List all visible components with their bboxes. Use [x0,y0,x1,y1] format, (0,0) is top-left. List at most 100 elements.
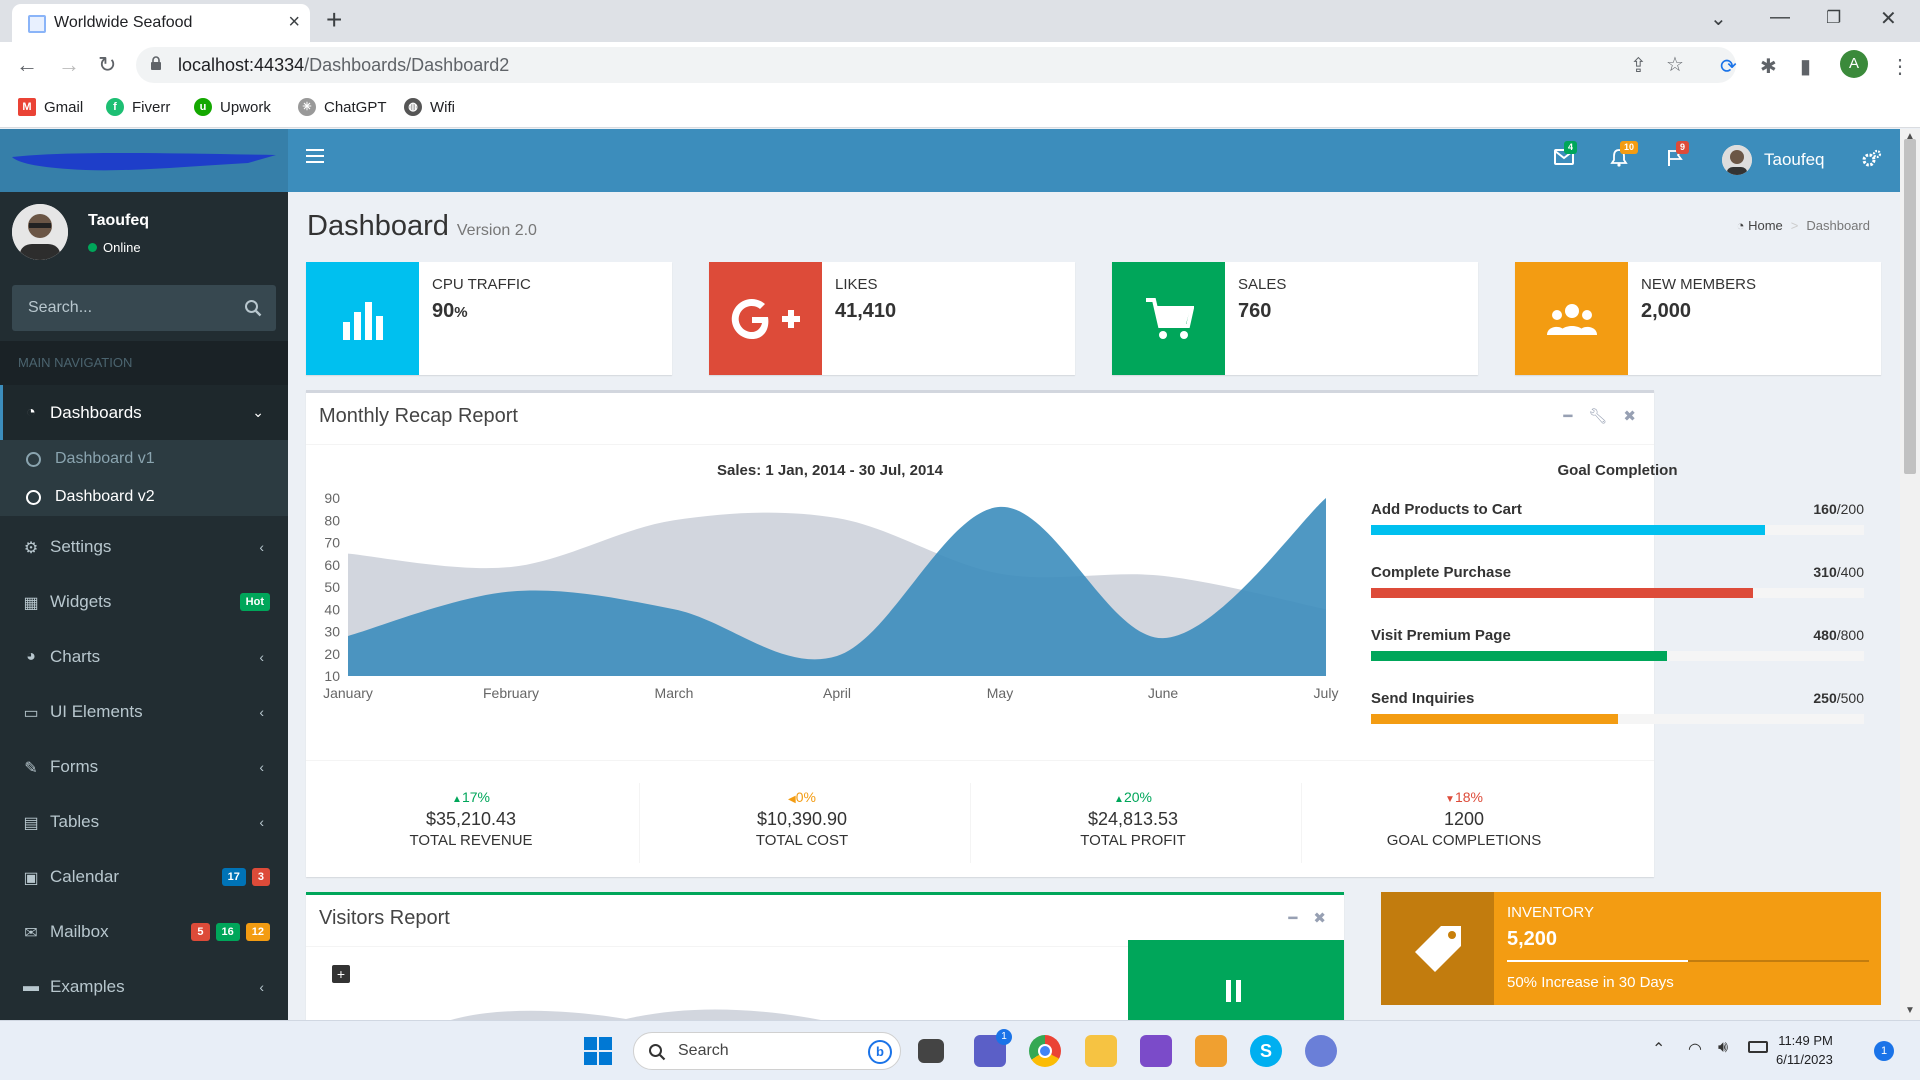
sidebar-subitem-dashboard-v1[interactable]: Dashboard v1 [0,440,288,478]
extensions-puzzle-icon[interactable]: ✱ [1760,54,1777,79]
control-sidebar-gears-icon[interactable] [1862,149,1882,172]
description-block: ◀0% $10,390.90 TOTAL COST [637,789,967,849]
breadcrumb-home[interactable]: ◔ Home [1737,218,1783,233]
profile-avatar[interactable]: A [1840,50,1868,78]
y-tick-label: 70 [324,535,340,551]
search-icon [649,1044,666,1061]
bookmark-gmail[interactable]: M Gmail [18,98,83,116]
bookmark-wifi[interactable]: ◍ Wifi [404,98,455,116]
th-icon: ▦ [23,594,39,612]
teams-icon[interactable]: 1 [974,1029,1012,1067]
skype-icon[interactable]: S [1250,1035,1282,1067]
description-label: TOTAL PROFIT [1080,832,1186,849]
reload-button[interactable]: ↻ [98,52,116,78]
chrome-icon[interactable] [1029,1035,1061,1067]
goal-name: Add Products to Cart [1371,501,1522,518]
share-icon[interactable]: ⇪ [1630,53,1647,78]
sidebar-item-calendar[interactable]: ▣ Calendar 17 3 [0,849,288,904]
sidebar-toggle-icon[interactable] [306,149,324,163]
bookmark-upwork[interactable]: u Upwork [194,98,271,116]
collapse-icon[interactable]: ━ [1288,909,1297,927]
users-icon [1515,262,1628,375]
close-icon[interactable]: ✖ [1623,407,1636,425]
sidebar-item-settings[interactable]: ⚙ Settings ‹ [0,519,288,574]
close-tab-icon[interactable]: × [288,11,300,34]
tasks-menu[interactable]: 9 [1666,141,1690,172]
bookmark-fiverr[interactable]: f Fiverr [106,98,170,116]
chevron-down-icon: ⌄ [252,404,264,420]
sidebar-item-dashboards[interactable]: ◔ Dashboards ⌄ [0,385,288,440]
description-percentage: ◀0% [788,789,816,805]
side-panel-icon[interactable]: ▮ [1800,54,1811,79]
forward-button[interactable]: → [58,52,80,78]
sidebar-item-ui-elements[interactable]: ▭ UI Elements ‹ [0,684,288,739]
online-status-icon [88,243,97,252]
bookmark-star-icon[interactable]: ☆ [1666,52,1684,77]
info-box-value: 2,000 [1641,300,1692,322]
sidebar-item-charts[interactable]: ◕ Charts ‹ [0,629,288,684]
new-tab-button[interactable]: + [326,4,342,36]
close-icon[interactable]: ✖ [1313,909,1326,927]
sidebar-subitem-dashboard-v2[interactable]: Dashboard v2 [0,478,288,516]
restore-button[interactable]: ❐ [1826,8,1841,28]
sidebar-item-mailbox[interactable]: ✉ Mailbox 5 16 12 [0,904,288,959]
logo[interactable] [0,129,288,192]
inventory-description: 50% Increase in 30 Days [1507,974,1674,991]
notification-center-badge[interactable]: 1 [1874,1041,1894,1061]
extension-icon[interactable]: ⟳ [1720,54,1737,79]
sidebar-item-forms[interactable]: ✎ Forms ‹ [0,739,288,794]
url-bar[interactable]: localhost:44334/Dashboards/Dashboard2 ⇪ … [136,47,1736,83]
taskbar-clock[interactable]: 11:49 PM 6/11/2023 [1776,1031,1833,1069]
monthly-recap-box: Monthly Recap Report ━ 🔧︎ ✖ Sales: 1 Jan… [306,390,1864,877]
description-label: GOAL COMPLETIONS [1386,832,1542,849]
circle-icon [26,451,41,467]
breadcrumb: ◔ Home > Dashboard [1737,218,1870,233]
wifi-icon[interactable]: ◠ [1688,1039,1702,1059]
volume-icon[interactable]: 🔊︎ [1718,1039,1728,1057]
back-button[interactable]: ← [16,52,38,78]
scrollbar-thumb[interactable] [1904,139,1916,474]
task-view-icon[interactable] [918,1039,944,1063]
user-menu[interactable]: Taoufeq [1722,145,1825,175]
notifications-menu[interactable]: 10 [1610,141,1639,172]
chevron-up-icon[interactable]: ⌃ [1652,1039,1665,1059]
sidebar-item-examples[interactable]: ▬ Examples ‹ [0,959,288,1014]
tasks-count-badge: 9 [1676,141,1690,154]
bookmark-chatgpt[interactable]: ✳ ChatGPT [298,98,387,116]
sidebar-user-name: Taoufeq [88,212,150,229]
map-zoom-in-button[interactable]: + [332,965,350,983]
windows-start-icon[interactable] [584,1037,612,1065]
sidebar-item-label: Dashboards [50,402,142,422]
browser-tab[interactable]: Worldwide Seafood × [12,4,310,42]
visitors-report-box: Visitors Report ━ ✖ + [306,892,1344,1020]
table-icon: ▤ [23,814,39,832]
scroll-down-icon[interactable]: ▼ [1905,1005,1915,1016]
sidebar-item-label: UI Elements [50,701,143,721]
collapse-icon[interactable]: ━ [1563,407,1572,425]
box-title: Visitors Report [319,907,450,929]
file-explorer-icon[interactable] [1085,1035,1117,1067]
app-icon[interactable] [1195,1035,1227,1067]
visual-studio-icon[interactable] [1140,1035,1172,1067]
google-plus-icon [709,262,822,375]
wrench-icon[interactable]: 🔧︎ [1588,407,1607,425]
taskbar-search[interactable]: Search b [633,1032,901,1070]
page-scrollbar[interactable]: ▲ ▼ [1900,129,1920,1020]
sidebar-item-tables[interactable]: ▤ Tables ‹ [0,794,288,849]
sidebar-search-input[interactable] [12,285,232,331]
tab-search-icon[interactable]: ⌄ [1710,6,1727,31]
app-icon[interactable] [1305,1035,1337,1067]
battery-icon[interactable] [1748,1041,1768,1053]
calendar-badge: 17 [221,867,246,886]
messages-menu[interactable]: 4 [1554,141,1578,170]
info-box-likes: LIKES 41,410 [709,262,1075,375]
search-icon[interactable] [244,299,262,317]
sidebar-subitem-label: Dashboard v1 [55,450,155,467]
minimize-button[interactable]: — [1770,6,1790,29]
taskbar-search-text: Search [678,1042,729,1059]
bing-icon[interactable]: b [868,1040,892,1064]
goal-name: Visit Premium Page [1371,627,1511,644]
sidebar-item-widgets[interactable]: ▦ Widgets Hot [0,574,288,629]
browser-menu-icon[interactable]: ⋮ [1890,54,1910,79]
close-window-button[interactable]: ✕ [1880,6,1897,31]
